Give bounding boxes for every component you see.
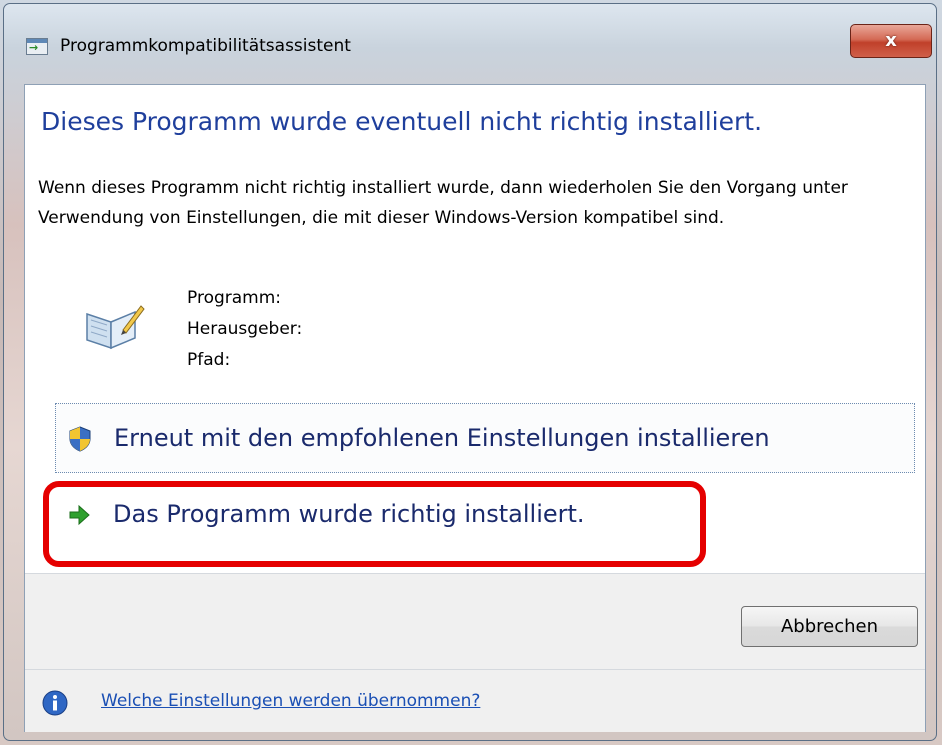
window-title: Programmkompatibilitätsassistent [60,36,351,56]
program-label: Programm: [187,288,282,308]
program-book-icon [86,305,145,350]
dialog-content: Dieses Programm wurde eventuell nicht ri… [24,84,926,732]
description-text: Wenn dieses Programm nicht richtig insta… [38,178,848,228]
help-link[interactable]: Welche Einstellungen werden übernommen? [101,691,480,711]
green-arrow-icon [69,504,90,526]
program-info: Programm: Herausgeber: Pfad: [187,283,302,376]
reinstall-recommended-option[interactable]: Erneut mit den empfohlenen Einstellungen… [55,403,915,473]
info-icon [42,690,68,716]
dialog-footer: Abbrechen Welche Einstellungen werden üb… [25,573,925,732]
installed-correctly-option[interactable]: Das Programm wurde richtig installiert. [55,480,915,550]
publisher-label: Herausgeber: [187,319,303,339]
page-title: Dieses Programm wurde eventuell nicht ri… [41,107,763,136]
option-label: Das Programm wurde richtig installiert. [113,500,585,528]
cancel-button[interactable]: Abbrechen [741,606,918,647]
title-bar[interactable]: → Programmkompatibilitätsassistent x [4,4,936,84]
dialog-window: → Programmkompatibilitätsassistent x Die… [3,3,937,741]
app-icon: → [26,38,48,55]
path-label: Pfad: [187,350,231,370]
divider [25,669,925,670]
uac-shield-icon [69,426,91,452]
option-label: Erneut mit den empfohlenen Einstellungen… [114,424,770,452]
close-button[interactable]: x [850,24,932,58]
